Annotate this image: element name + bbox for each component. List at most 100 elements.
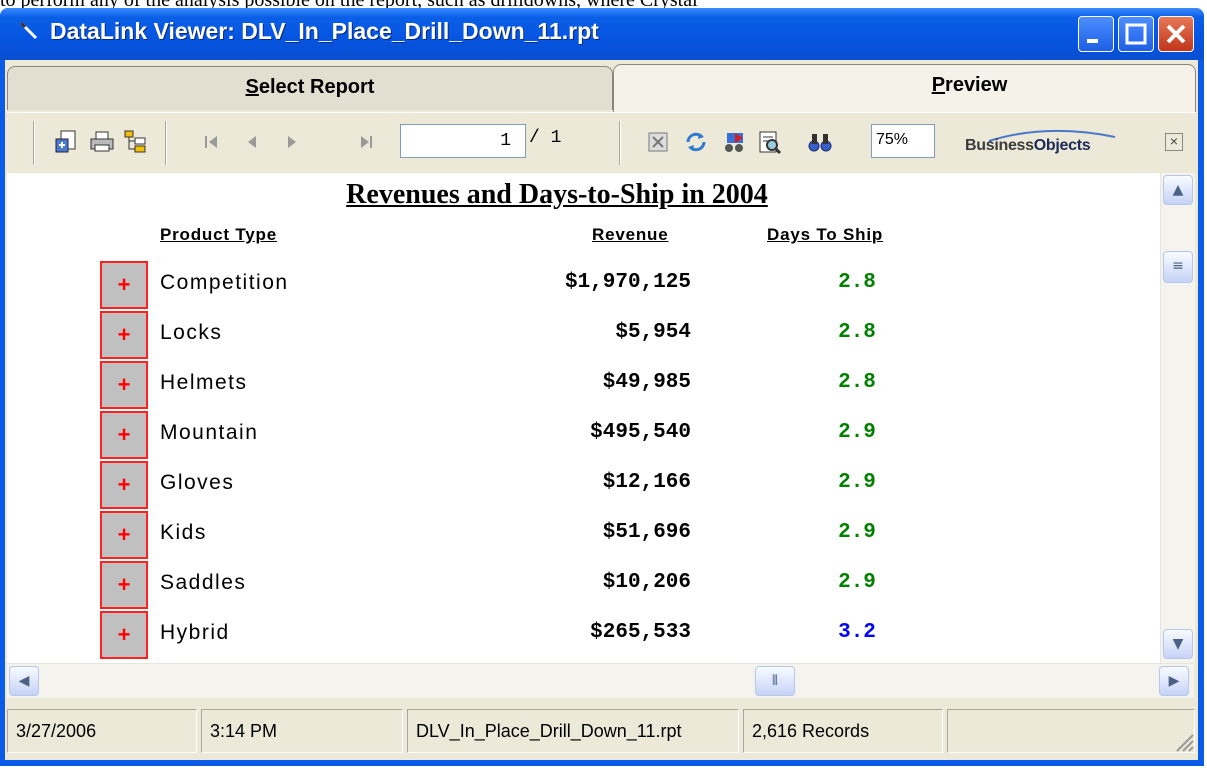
vertical-scroll-thumb[interactable]: ≡ [1163, 251, 1193, 283]
prev-page-icon[interactable] [239, 129, 265, 155]
product-type-cell[interactable]: Gloves [160, 471, 234, 495]
next-page-icon[interactable] [279, 129, 305, 155]
page-number-input[interactable]: 1 [400, 124, 526, 158]
logo-part2: Objects [1033, 137, 1091, 154]
report-row: + Locks $5,954 2.8 [7, 311, 1107, 359]
drill-down-button[interactable]: + [100, 511, 148, 559]
drill-down-button[interactable]: + [100, 311, 148, 359]
tab-select-report-label: elect Report [258, 76, 375, 98]
report-row: + Kids $51,696 2.9 [7, 511, 1107, 559]
product-type-cell[interactable]: Hybrid [160, 621, 230, 645]
report-row: + Hybrid $265,533 3.2 [7, 611, 1107, 659]
revenue-cell: $49,985 [602, 371, 691, 394]
report-row: + Gloves $12,166 2.9 [7, 461, 1107, 509]
horizontal-scrollbar[interactable]: ◀ ⦀ ▶ [7, 663, 1194, 698]
zoom-select[interactable]: 75% [871, 124, 935, 158]
revenue-cell: $12,166 [602, 471, 691, 494]
logo-part1: Business [965, 137, 1034, 154]
days-to-ship-cell: 2.9 [838, 421, 876, 444]
datalink-viewer-window: DataLink Viewer: DLV_In_Place_Drill_Down… [0, 8, 1204, 766]
days-to-ship-cell: 3.2 [838, 621, 876, 644]
header-product-type: Product Type [160, 225, 277, 244]
search-icon[interactable] [757, 129, 783, 155]
report-row: + Saddles $10,206 2.9 [7, 561, 1107, 609]
scroll-left-button[interactable]: ◀ [9, 666, 39, 696]
drill-down-button[interactable]: + [100, 411, 148, 459]
report-row: + Competition $1,970,125 2.8 [7, 261, 1107, 309]
revenue-cell: $51,696 [602, 521, 691, 544]
revenue-cell: $5,954 [615, 321, 691, 344]
product-type-cell[interactable]: Competition [160, 271, 289, 295]
stop-icon[interactable] [645, 129, 671, 155]
tab-preview-label: review [945, 74, 1008, 96]
product-type-cell[interactable]: Mountain [160, 421, 258, 445]
days-to-ship-cell: 2.9 [838, 521, 876, 544]
close-icon [1166, 24, 1186, 44]
business-objects-logo: BusinessObjects [965, 137, 1091, 155]
days-to-ship-cell: 2.8 [838, 371, 876, 394]
close-button[interactable] [1158, 16, 1194, 52]
days-to-ship-cell: 2.8 [838, 271, 876, 294]
status-empty [947, 709, 1195, 753]
drill-down-button[interactable]: + [100, 611, 148, 659]
toolbar-separator [165, 121, 167, 165]
tab-select-report[interactable]: Select Report [7, 66, 613, 110]
drill-down-button[interactable]: + [100, 261, 148, 309]
status-date: 3/27/2006 [7, 709, 197, 753]
status-records: 2,616 Records [743, 709, 943, 753]
status-file: DLV_In_Place_Drill_Down_11.rpt [407, 709, 739, 753]
toolbar-separator [619, 121, 621, 165]
report-row: + Mountain $495,540 2.9 [7, 411, 1107, 459]
minimize-icon [1087, 39, 1098, 43]
preview-toolbar: 1 / 1 75% BusinessObjects × [7, 112, 1196, 173]
days-to-ship-cell: 2.9 [838, 471, 876, 494]
tab-select-report-mnemonic: S [245, 76, 259, 98]
window-title: DataLink Viewer: DLV_In_Place_Drill_Down… [50, 18, 599, 44]
first-page-icon[interactable] [199, 129, 225, 155]
days-to-ship-cell: 2.8 [838, 321, 876, 344]
tab-preview-mnemonic: P [931, 74, 946, 96]
drill-down-button[interactable]: + [100, 361, 148, 409]
header-revenue: Revenue [592, 225, 669, 244]
close-preview-icon[interactable]: × [1165, 133, 1183, 151]
revenue-cell: $1,970,125 [564, 271, 691, 294]
scroll-down-button[interactable]: ▼ [1163, 629, 1193, 659]
toggle-tree-icon[interactable] [721, 129, 747, 155]
find-icon[interactable] [807, 129, 833, 155]
product-type-cell[interactable]: Locks [160, 321, 222, 345]
status-bar: 3/27/2006 3:14 PM DLV_In_Place_Drill_Dow… [5, 705, 1198, 757]
header-days-to-ship: Days To Ship [767, 225, 884, 244]
export-icon[interactable] [53, 129, 79, 155]
toolbar-grip [33, 121, 35, 165]
drill-down-button[interactable]: + [100, 561, 148, 609]
report-title: Revenues and Days-to-Ship in 2004 [346, 179, 768, 210]
product-type-cell[interactable]: Helmets [160, 371, 248, 395]
maximize-icon [1125, 23, 1147, 45]
revenue-cell: $265,533 [590, 621, 691, 644]
wand-icon [19, 21, 38, 40]
horizontal-scroll-thumb[interactable]: ⦀ [755, 666, 795, 696]
page-total: / 1 [529, 128, 562, 148]
tab-preview[interactable]: Preview [613, 64, 1196, 112]
maximize-button[interactable] [1118, 16, 1154, 52]
refresh-icon[interactable] [683, 129, 709, 155]
product-type-cell[interactable]: Kids [160, 521, 207, 545]
status-time: 3:14 PM [201, 709, 403, 753]
revenue-cell: $10,206 [602, 571, 691, 594]
vertical-scrollbar[interactable]: ▲ ≡ ▼ [1160, 173, 1195, 663]
report-row: + Helmets $49,985 2.8 [7, 361, 1107, 409]
group-tree-icon[interactable] [123, 129, 149, 155]
print-icon[interactable] [89, 129, 115, 155]
drill-down-button[interactable]: + [100, 461, 148, 509]
product-type-cell[interactable]: Saddles [160, 571, 246, 595]
days-to-ship-cell: 2.9 [838, 571, 876, 594]
revenue-cell: $495,540 [590, 421, 691, 444]
scroll-right-button[interactable]: ▶ [1159, 666, 1189, 696]
last-page-icon[interactable] [353, 129, 379, 155]
client-area: Select Report Preview 1 / 1 75% Business… [5, 60, 1198, 760]
title-bar[interactable]: DataLink Viewer: DLV_In_Place_Drill_Down… [0, 8, 1204, 60]
minimize-button[interactable] [1078, 16, 1114, 52]
scroll-up-button[interactable]: ▲ [1163, 175, 1193, 205]
report-canvas: Revenues and Days-to-Ship in 2004 Produc… [7, 173, 1160, 663]
resize-grip-icon[interactable] [1171, 729, 1195, 753]
